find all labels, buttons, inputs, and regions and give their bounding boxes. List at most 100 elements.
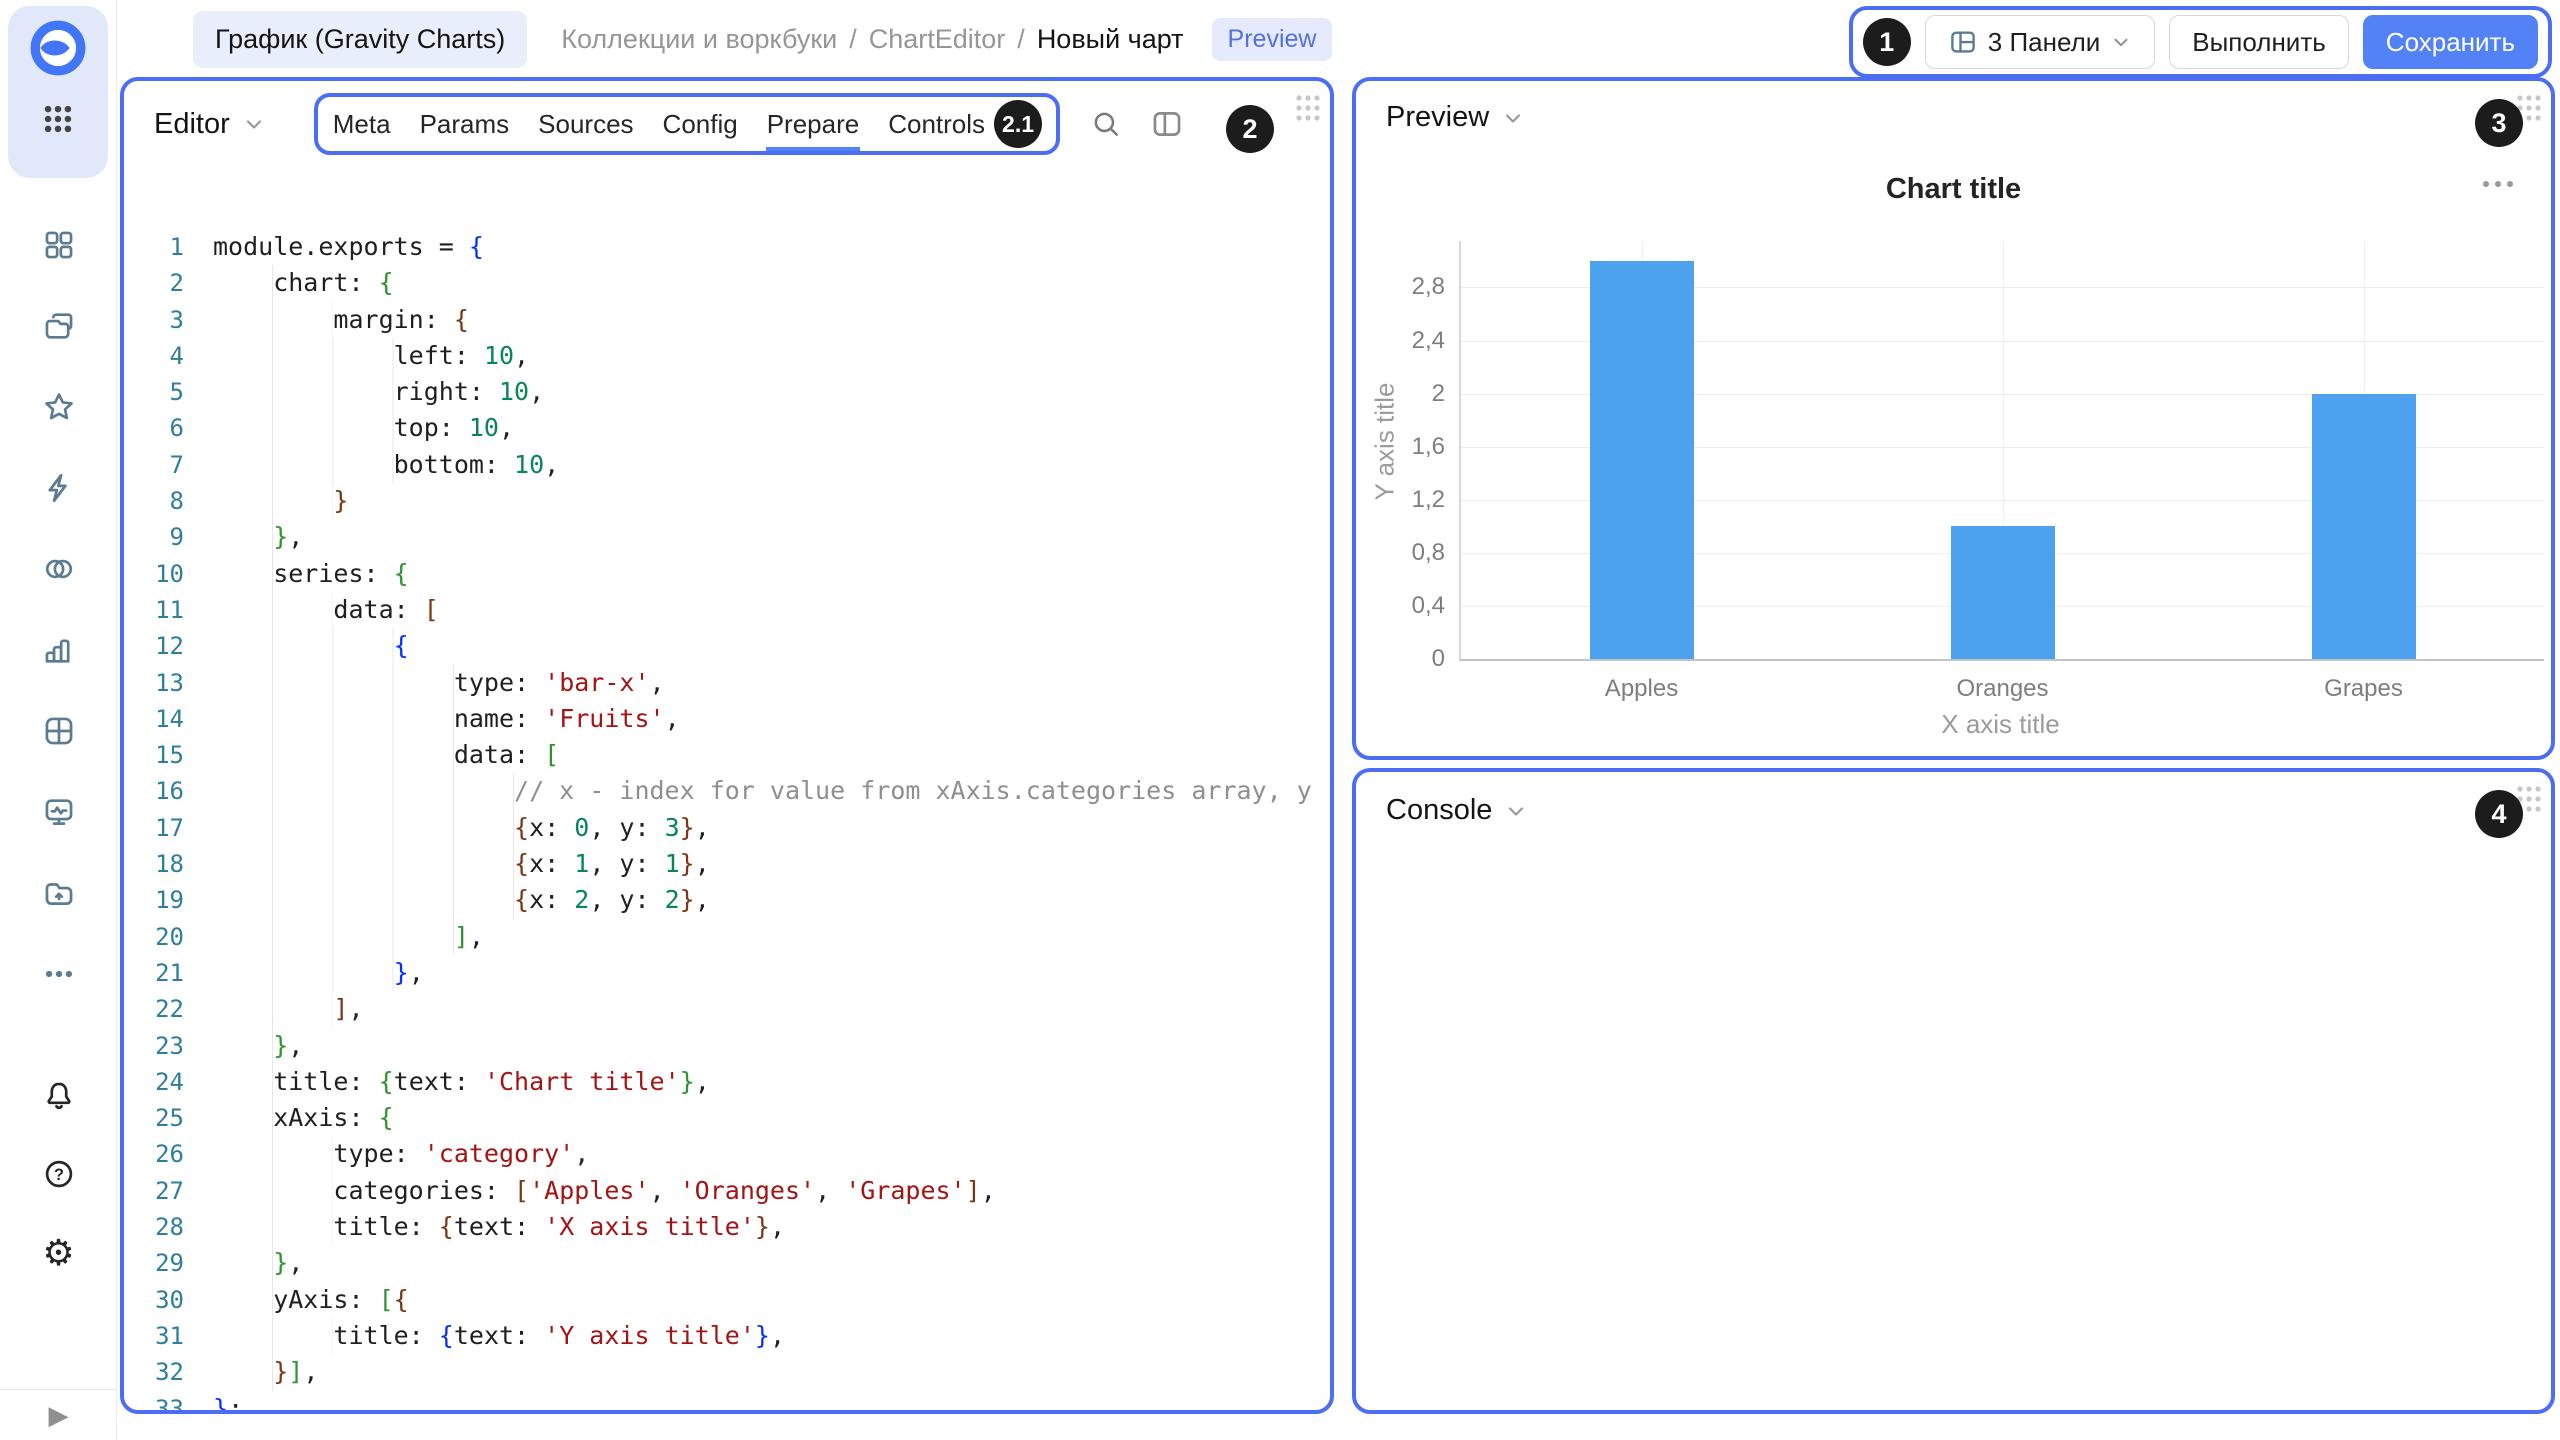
drag-handle-icon[interactable] bbox=[1292, 91, 1322, 135]
line-number: 23 bbox=[124, 1028, 184, 1064]
tab-prepare[interactable]: Prepare bbox=[766, 97, 861, 151]
bar-grapes[interactable] bbox=[2312, 394, 2416, 659]
code-line: 32 }], bbox=[124, 1354, 1326, 1390]
code-line: 28 title: {text: 'X axis title'}, bbox=[124, 1209, 1326, 1245]
chart-plot-area[interactable]: 00,40,81,21,622,42,8ApplesOrangesGrapes bbox=[1459, 241, 2544, 661]
tab-config[interactable]: Config bbox=[662, 97, 739, 151]
line-number: 4 bbox=[124, 338, 184, 374]
indent-guides bbox=[213, 1173, 333, 1209]
console-panel: Console 4 bbox=[1352, 768, 2555, 1414]
code-line: 8 } bbox=[124, 483, 1326, 519]
bar-apples[interactable] bbox=[1590, 261, 1694, 659]
y-tick-label: 2 bbox=[1432, 380, 1445, 408]
indent-guides bbox=[213, 556, 273, 592]
storage-icon[interactable] bbox=[42, 876, 76, 910]
settings-gear-icon[interactable]: ⚙ bbox=[42, 1236, 74, 1270]
editor-header: Editor Meta Params Sources Config Prepare Con… bbox=[154, 93, 1304, 155]
code-line: 23 }, bbox=[124, 1028, 1326, 1064]
indent-guides bbox=[213, 447, 394, 483]
indent-guides bbox=[213, 410, 394, 446]
line-number: 31 bbox=[124, 1318, 184, 1354]
code-line: 22 ], bbox=[124, 991, 1326, 1027]
save-button[interactable]: Сохранить bbox=[2363, 15, 2538, 69]
editor-tabs: Meta Params Sources Config Prepare Controls bbox=[332, 97, 986, 151]
code-line: 6 top: 10, bbox=[124, 410, 1326, 446]
more-icon[interactable] bbox=[42, 957, 76, 991]
tab-controls[interactable]: Controls bbox=[887, 97, 986, 151]
code-line: 12 { bbox=[124, 628, 1326, 664]
tab-sources[interactable]: Sources bbox=[537, 97, 634, 151]
line-number: 27 bbox=[124, 1173, 184, 1209]
line-number: 21 bbox=[124, 955, 184, 991]
code-line: 30 yAxis: [{ bbox=[124, 1282, 1326, 1318]
chevron-down-icon bbox=[1501, 106, 1525, 130]
datalens-logo-icon[interactable] bbox=[30, 20, 86, 76]
code-line: 11 data: [ bbox=[124, 592, 1326, 628]
line-number: 13 bbox=[124, 665, 184, 701]
star-icon[interactable] bbox=[42, 390, 76, 424]
line-number: 22 bbox=[124, 991, 184, 1027]
code-line: 1module.exports = { bbox=[124, 229, 1326, 265]
code-line: 13 type: 'bar-x', bbox=[124, 665, 1326, 701]
chart-menu-ellipsis-icon[interactable] bbox=[2483, 181, 2513, 187]
code-line: 18 {x: 1, y: 1}, bbox=[124, 846, 1326, 882]
preview-pane-switcher[interactable]: Preview bbox=[1386, 101, 1525, 134]
breadcrumb-root[interactable]: Коллекции и воркбуки bbox=[561, 24, 837, 55]
monitoring-icon[interactable] bbox=[42, 795, 76, 829]
apps-grid-icon[interactable] bbox=[41, 102, 75, 136]
annotation-4: 4 bbox=[2475, 790, 2523, 838]
indent-guides bbox=[213, 773, 514, 809]
code-line: 19 {x: 2, y: 2}, bbox=[124, 882, 1326, 918]
line-number: 1 bbox=[124, 229, 184, 265]
code-line: 7 bottom: 10, bbox=[124, 447, 1326, 483]
indent-guides bbox=[213, 1354, 273, 1390]
top-bar: График (Gravity Charts) Коллекции и ворк… bbox=[117, 0, 2560, 78]
collections-icon[interactable] bbox=[42, 309, 76, 343]
line-number: 14 bbox=[124, 701, 184, 737]
run-button[interactable]: Выполнить bbox=[2169, 15, 2349, 69]
sidebar-expand-button[interactable]: ▶ bbox=[0, 1389, 117, 1440]
chart-type-chip[interactable]: График (Gravity Charts) bbox=[193, 11, 527, 68]
code-line: 2 chart: { bbox=[124, 265, 1326, 301]
editor-panel: Editor Meta Params Sources Config Prepare Con… bbox=[120, 77, 1334, 1414]
panels-layout-button[interactable]: 3 Панели bbox=[1925, 15, 2155, 69]
line-number: 25 bbox=[124, 1100, 184, 1136]
lightning-icon[interactable] bbox=[42, 471, 76, 505]
y-tick-label: 2,4 bbox=[1412, 327, 1445, 355]
indent-guides bbox=[213, 1282, 273, 1318]
connections-icon[interactable] bbox=[42, 552, 76, 586]
indent-guides bbox=[213, 1209, 333, 1245]
code-line: 5 right: 10, bbox=[124, 374, 1326, 410]
chevron-down-icon bbox=[1504, 799, 1528, 823]
preview-badge: Preview bbox=[1212, 18, 1333, 61]
svg-text:?: ? bbox=[54, 1166, 64, 1184]
tables-icon[interactable] bbox=[42, 714, 76, 748]
indent-guides bbox=[213, 1245, 273, 1281]
line-number: 7 bbox=[124, 447, 184, 483]
code-line: 24 title: {text: 'Chart title'}, bbox=[124, 1064, 1326, 1100]
code-line: 9 }, bbox=[124, 519, 1326, 555]
bar-oranges[interactable] bbox=[1951, 526, 2055, 659]
console-pane-switcher[interactable]: Console bbox=[1386, 794, 1528, 827]
breadcrumb: Коллекции и воркбуки / ChartEditor / Нов… bbox=[561, 24, 1183, 55]
y-tick-label: 0,4 bbox=[1412, 592, 1445, 620]
line-number: 28 bbox=[124, 1209, 184, 1245]
search-icon[interactable] bbox=[1090, 108, 1122, 140]
code-editor[interactable]: 1module.exports = {2 chart: {3 margin: {… bbox=[124, 229, 1326, 1410]
editor-pane-switcher[interactable]: Editor bbox=[154, 108, 266, 141]
breadcrumb-separator: / bbox=[1017, 24, 1025, 55]
code-line: 14 name: 'Fruits', bbox=[124, 701, 1326, 737]
code-line: 25 xAxis: { bbox=[124, 1100, 1326, 1136]
grid-squares-icon[interactable] bbox=[42, 228, 76, 262]
charts-icon[interactable] bbox=[42, 633, 76, 667]
indent-guides bbox=[213, 265, 273, 301]
tab-params[interactable]: Params bbox=[419, 97, 511, 151]
breadcrumb-parent[interactable]: ChartEditor bbox=[869, 24, 1006, 55]
notifications-bell-icon[interactable] bbox=[42, 1078, 76, 1112]
split-view-icon[interactable] bbox=[1150, 107, 1184, 141]
panels-layout-icon bbox=[1948, 27, 1978, 57]
help-icon[interactable]: ? bbox=[42, 1157, 76, 1191]
indent-guides bbox=[213, 701, 454, 737]
tab-meta[interactable]: Meta bbox=[332, 97, 392, 151]
indent-guides bbox=[213, 991, 333, 1027]
